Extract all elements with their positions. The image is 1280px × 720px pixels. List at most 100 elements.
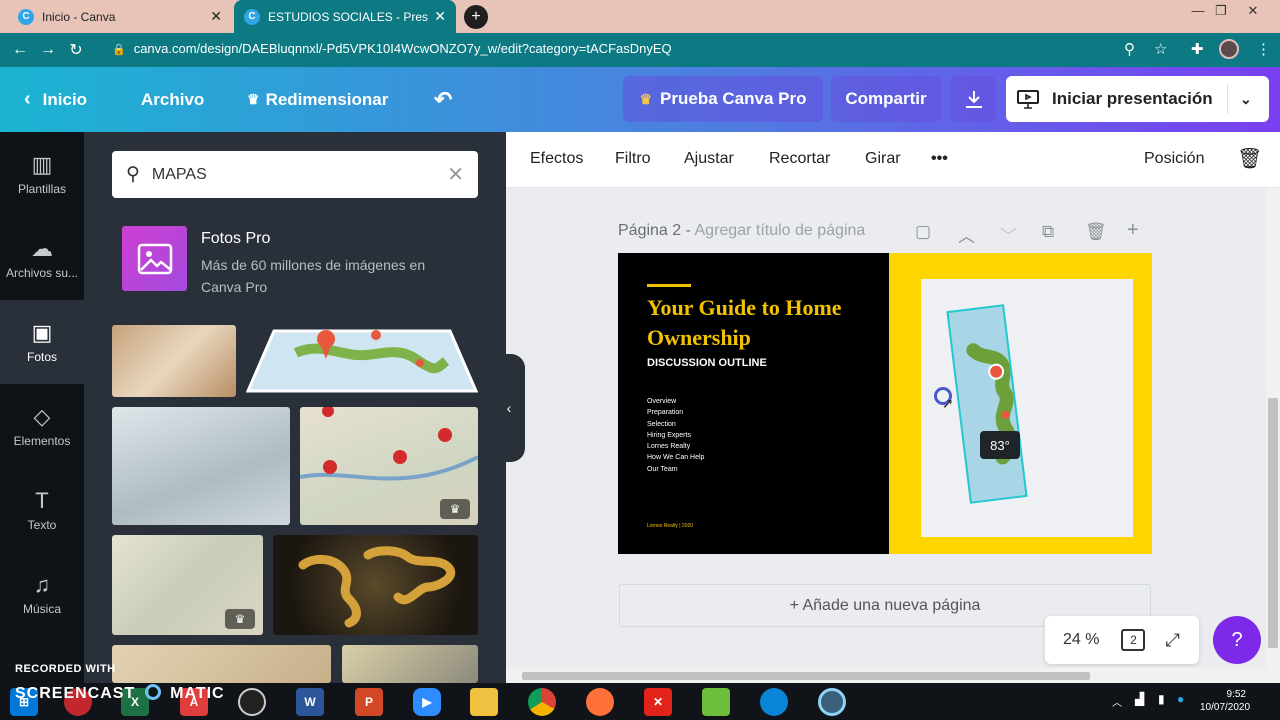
adjust-button[interactable]: Ajustar [684,150,734,168]
url-field[interactable]: 🔒 canva.com/design/DAEBluqnnxl/-Pd5VPK10I… [112,41,672,56]
present-button[interactable]: Iniciar presentación ⌄ [1006,76,1269,122]
vertical-scrollbar[interactable] [1266,188,1280,668]
fotos-pro-title[interactable]: Fotos Pro [201,230,270,248]
screencast-app-icon[interactable] [818,688,846,716]
chevron-left-icon: ‹ [24,88,31,110]
chevron-left-icon: ‹ [506,400,512,416]
tab-estudios-sociales[interactable]: C ESTUDIOS SOCIALES - Presentaci ✕ [234,0,456,33]
file-explorer-icon[interactable] [470,688,498,716]
rail-music[interactable]: ♫ Música [0,552,84,636]
rotate-button[interactable]: Girar [865,150,901,168]
new-tab-button[interactable]: + [464,5,488,29]
page-count-button[interactable]: 2 [1121,629,1146,651]
try-pro-label: Prueba Canva Pro [660,89,807,108]
photo-thumb[interactable]: ♛ [112,535,263,635]
photo-thumb[interactable] [342,645,478,683]
home-button[interactable]: ‹ Inicio [24,67,87,132]
photo-thumb[interactable] [246,325,478,397]
chevron-down-icon[interactable]: ⌄ [1240,91,1252,108]
edge-icon[interactable] [760,688,788,716]
horizontal-scrollbar[interactable] [506,668,1280,683]
word-icon[interactable]: W [296,688,324,716]
chevron-up-icon[interactable]: ︿ [958,222,975,247]
edge-tray-icon[interactable]: ● [1177,692,1184,706]
tray-arrow-icon[interactable]: ︿ [1112,694,1122,709]
more-dots-icon[interactable]: ••• [931,150,948,168]
trash-icon[interactable]: 🗑 [1237,146,1262,171]
slide-outline-list[interactable]: Overview Preparation Selection Hiring Ex… [647,396,704,475]
photo-thumb[interactable] [273,535,478,635]
restore-icon[interactable]: ❐ [1206,3,1236,19]
back-arrow-icon[interactable]: ← [6,41,34,59]
rail-uploads[interactable]: ☁ Archivos su... [0,216,84,300]
page-title-input[interactable]: Agregar título de página [695,222,866,239]
effects-button[interactable]: Efectos [530,150,583,168]
elements-icon: ◇ [33,404,51,429]
delete-page-icon[interactable]: 🗑 [1085,222,1107,242]
brand-suffix: MATIC [170,685,225,702]
photo-thumb[interactable] [112,407,290,525]
network-icon[interactable]: ▟ [1135,692,1144,706]
crown-icon: ♛ [639,90,653,107]
rail-text[interactable]: T Texto [0,468,84,552]
search-input[interactable]: ⚲ MAPAS ✕ [112,151,478,198]
fotos-pro-icon[interactable] [122,226,187,291]
page-count: 2 [1130,633,1137,647]
duplicate-page-icon[interactable]: ⧉ [1042,222,1054,242]
taskbar-clock[interactable]: 9:52 10/07/2020 [1200,688,1250,714]
download-icon [965,91,982,108]
slide-subtitle[interactable]: DISCUSSION OUTLINE [647,357,767,369]
photo-thumb[interactable] [112,645,331,683]
download-button[interactable] [951,76,996,122]
filter-button[interactable]: Filtro [615,150,651,168]
powerpoint-icon[interactable]: P [355,688,383,716]
rail-elements[interactable]: ◇ Elementos [0,384,84,468]
crop-button[interactable]: Recortar [769,150,830,168]
close-window-icon[interactable]: ✕ [1238,3,1268,19]
bookmark-star-icon[interactable]: ☆ [1154,40,1167,58]
close-icon[interactable]: ✕ [210,8,222,25]
zoom-app-icon[interactable]: ▶ [413,688,441,716]
chrome-icon[interactable] [528,688,556,716]
zoom-icon[interactable]: ⚲ [1124,40,1135,58]
home-label: Inicio [42,89,88,109]
xmind-icon[interactable]: ✕ [644,688,672,716]
file-menu-button[interactable]: Archivo [141,67,204,132]
rail-photos[interactable]: ▣ Fotos [0,300,84,384]
firefox-icon[interactable] [586,688,614,716]
reload-icon[interactable]: ↻ [62,40,90,60]
url-text: canva.com/design/DAEBluqnnxl/-Pd5VPK10I4… [133,41,672,56]
chevron-down-icon[interactable]: ﹀ [1000,222,1017,247]
lock-icon: 🔒 [112,44,126,56]
fullscreen-icon[interactable]: ⤢ [1165,630,1179,651]
position-button[interactable]: Posición [1144,150,1204,168]
try-pro-button[interactable]: ♛ Prueba Canva Pro [623,76,823,122]
extensions-icon[interactable]: ✚ [1191,40,1204,58]
photo-thumb[interactable] [112,325,236,397]
forward-arrow-icon[interactable]: → [34,41,62,59]
canva-favicon-icon: C [244,8,260,25]
clear-search-icon[interactable]: ✕ [447,162,464,187]
app-icon[interactable] [702,688,730,716]
close-icon[interactable]: ✕ [434,8,446,25]
rail-templates[interactable]: ▥ Plantillas [0,132,84,216]
menu-dots-icon[interactable]: ⋮ [1256,40,1271,58]
photo-thumb[interactable]: ♛ [300,407,478,525]
camera-app-icon[interactable] [238,688,266,716]
profile-avatar[interactable] [1219,39,1239,59]
help-button[interactable]: ? [1213,616,1261,664]
resize-button[interactable]: ♛ Redimensionar [247,67,388,132]
undo-icon[interactable]: ↶ [434,67,452,132]
share-button[interactable]: Compartir [831,76,941,122]
crown-icon: ♛ [247,91,260,107]
slide-footer: Lornes Realty | 2020 [647,523,694,529]
screencast-watermark: SCREENCAST MATIC [15,684,225,703]
zoom-level[interactable]: 24 % [1063,631,1099,649]
outline-item: How We Can Help [647,454,705,462]
tab-inicio-canva[interactable]: C Inicio - Canva ✕ [8,0,232,33]
collapse-panel-button[interactable]: ‹ [493,354,525,462]
notes-icon[interactable]: ▢ [915,222,931,242]
add-page-icon[interactable]: + [1127,219,1139,242]
battery-icon[interactable]: ▮ [1158,692,1165,706]
slide-title[interactable]: Your Guide to Home Ownership [647,293,877,353]
